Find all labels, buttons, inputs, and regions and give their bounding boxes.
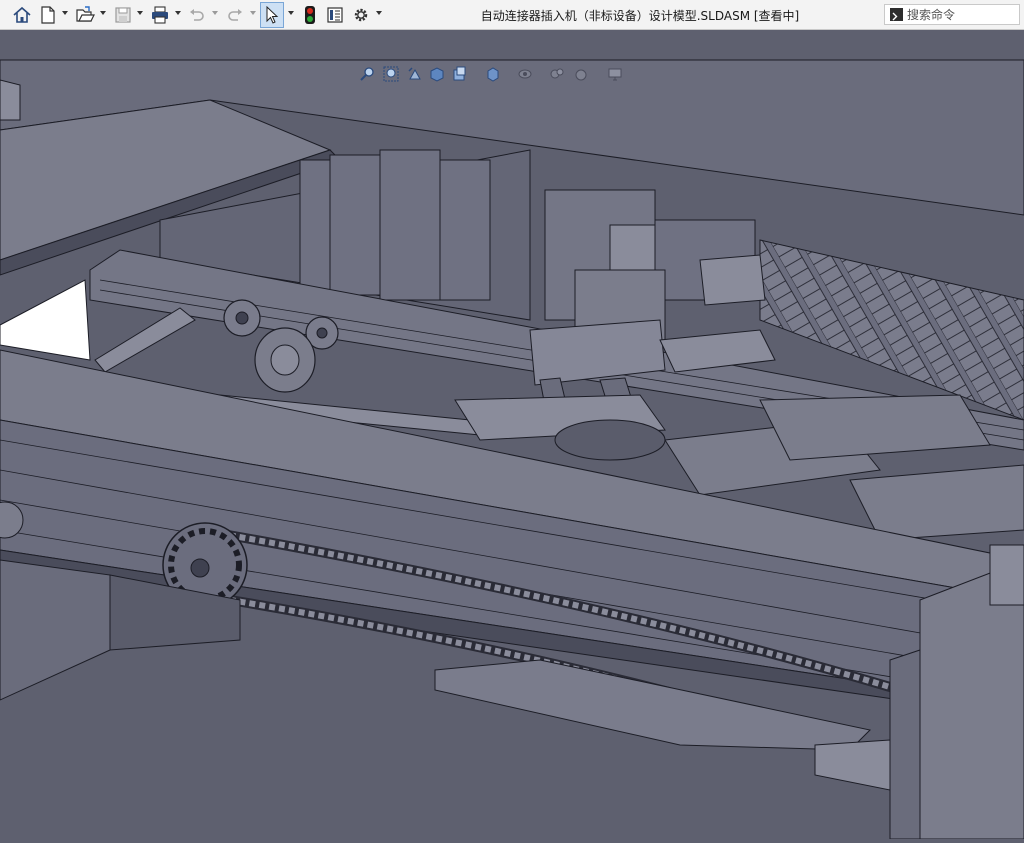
edit-appearance-button[interactable] [546,63,568,85]
save-button[interactable] [112,3,134,27]
redo-icon [228,9,242,21]
home-icon [13,6,31,23]
home-button[interactable] [10,3,34,27]
view-settings-icon [608,68,622,81]
rebuild-button[interactable] [300,3,320,27]
hide-show-button[interactable] [514,63,536,85]
chevron-down-icon[interactable] [136,9,144,17]
open-folder-icon [76,6,95,22]
traffic-light-icon [305,6,315,24]
display-style-icon [487,67,499,82]
assembly-model-render[interactable] [0,30,1024,840]
search-input[interactable] [907,6,1015,23]
view-orientation-icon [453,66,466,81]
window-title: 自动连接器插入机（非标设备）设计模型.SLDASM [查看中] [480,9,800,23]
chevron-down-icon[interactable] [211,9,219,17]
chevron-down-icon[interactable] [99,9,107,17]
print-icon [152,6,168,24]
title-bar: 自动连接器插入机（非标设备）设计模型.SLDASM [查看中] [0,0,1024,30]
edit-appearance-icon [550,68,564,79]
new-document-button[interactable] [37,3,59,27]
previous-view-button[interactable] [404,63,426,85]
options-button[interactable] [350,3,372,27]
view-orientation-button[interactable] [448,63,470,85]
view-settings-button[interactable] [604,63,626,85]
previous-view-icon [408,67,421,80]
file-properties-icon [327,7,343,23]
display-style-button[interactable] [482,63,504,85]
file-properties-button[interactable] [324,3,346,27]
print-button[interactable] [148,3,172,27]
chevron-down-icon[interactable] [174,9,182,17]
apply-scene-button[interactable] [570,63,592,85]
graphics-viewport[interactable] [0,30,1024,840]
new-document-icon [41,6,55,24]
hide-show-icon [518,69,532,79]
command-prompt-icon [890,8,903,21]
zoom-to-fit-button[interactable] [356,63,378,85]
save-icon [115,7,131,23]
zoom-to-area-button[interactable] [380,63,402,85]
gear-icon [354,8,368,22]
search-box[interactable] [884,4,1020,25]
select-button[interactable] [260,2,284,28]
undo-button[interactable] [186,3,208,27]
select-arrow-icon [266,6,279,24]
section-view-icon [430,67,444,82]
chevron-down-icon[interactable] [61,9,69,17]
chevron-down-icon[interactable] [249,9,257,17]
open-button[interactable] [73,3,97,27]
zoom-to-area-icon [383,66,399,82]
redo-button[interactable] [224,3,246,27]
chevron-down-icon[interactable] [375,9,383,17]
chevron-down-icon[interactable] [287,9,295,17]
section-view-button[interactable] [426,63,448,85]
zoom-to-fit-icon [360,67,374,81]
undo-icon [190,9,204,21]
apply-scene-icon [575,69,587,81]
